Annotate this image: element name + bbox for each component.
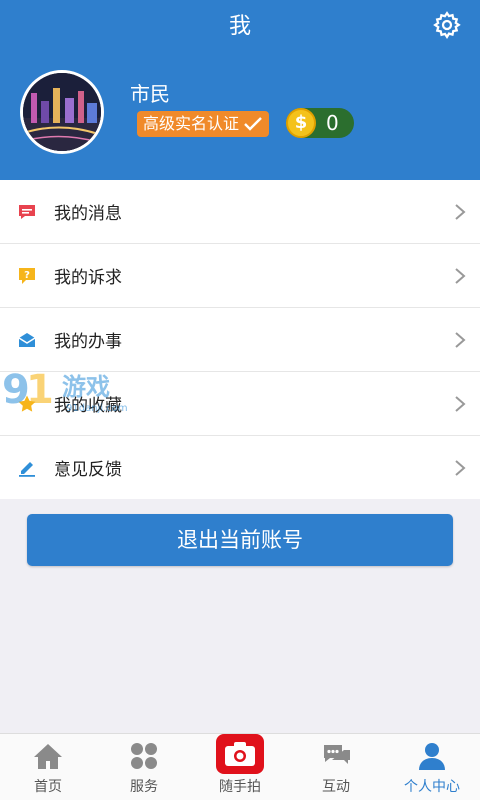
message-icon	[17, 202, 37, 222]
coin-count: 0	[326, 111, 339, 135]
chevron-right-icon	[455, 460, 466, 476]
avatar[interactable]	[20, 70, 104, 154]
menu-item-label: 我的消息	[54, 204, 122, 224]
pencil-icon	[17, 458, 37, 478]
verify-badge-label: 高级实名认证	[143, 114, 240, 133]
menu-item-affairs[interactable]: 我的办事	[0, 308, 480, 372]
menu-item-label: 我的诉求	[54, 268, 122, 288]
question-icon: ?	[17, 266, 37, 286]
menu-item-messages[interactable]: 我的消息	[0, 180, 480, 244]
profile-header: 我 市民 高级实名认证 $ 0	[0, 0, 480, 180]
chevron-right-icon	[455, 204, 466, 220]
home-icon	[31, 740, 65, 772]
chevron-right-icon	[455, 268, 466, 284]
coin-icon: $	[286, 108, 316, 138]
tab-interact[interactable]: 互动	[288, 734, 384, 800]
tab-profile[interactable]: 个人中心	[384, 734, 480, 800]
menu-item-label: 我的收藏	[54, 396, 122, 416]
verify-badge: 高级实名认证	[137, 111, 270, 137]
person-icon	[415, 740, 449, 772]
username: 市民	[130, 82, 170, 106]
tab-label: 服务	[130, 779, 158, 795]
chat-icon	[319, 740, 353, 772]
coin-balance[interactable]: $ 0	[286, 108, 354, 138]
menu-item-label: 意见反馈	[54, 460, 122, 480]
check-icon	[244, 117, 262, 131]
tab-label: 随手拍	[219, 779, 261, 795]
menu-list: 我的消息 ? 我的诉求 我的办事 我的收藏 意见反馈	[0, 180, 480, 499]
gear-icon[interactable]	[432, 10, 462, 40]
bottom-tab-bar: 首页 服务 随手拍 互动 个人中心	[0, 733, 480, 800]
logout-button[interactable]: 退出当前账号	[27, 514, 453, 566]
menu-item-requests[interactable]: ? 我的诉求	[0, 244, 480, 308]
tab-home[interactable]: 首页	[0, 734, 96, 800]
chevron-right-icon	[455, 332, 466, 348]
menu-item-feedback[interactable]: 意见反馈	[0, 436, 480, 499]
tab-label: 个人中心	[404, 779, 460, 795]
page-title: 我	[228, 14, 251, 39]
tab-label: 首页	[34, 779, 62, 795]
chevron-right-icon	[455, 396, 466, 412]
menu-item-label: 我的办事	[54, 332, 122, 352]
mail-icon	[17, 330, 37, 350]
tab-snapshot[interactable]: 随手拍	[192, 734, 288, 800]
grid-icon	[127, 740, 161, 772]
tab-services[interactable]: 服务	[96, 734, 192, 800]
menu-item-favorites[interactable]: 我的收藏	[0, 372, 480, 436]
camera-icon	[216, 734, 264, 774]
tab-label: 互动	[322, 779, 350, 795]
star-icon	[17, 394, 37, 414]
svg-text:?: ?	[24, 270, 30, 281]
